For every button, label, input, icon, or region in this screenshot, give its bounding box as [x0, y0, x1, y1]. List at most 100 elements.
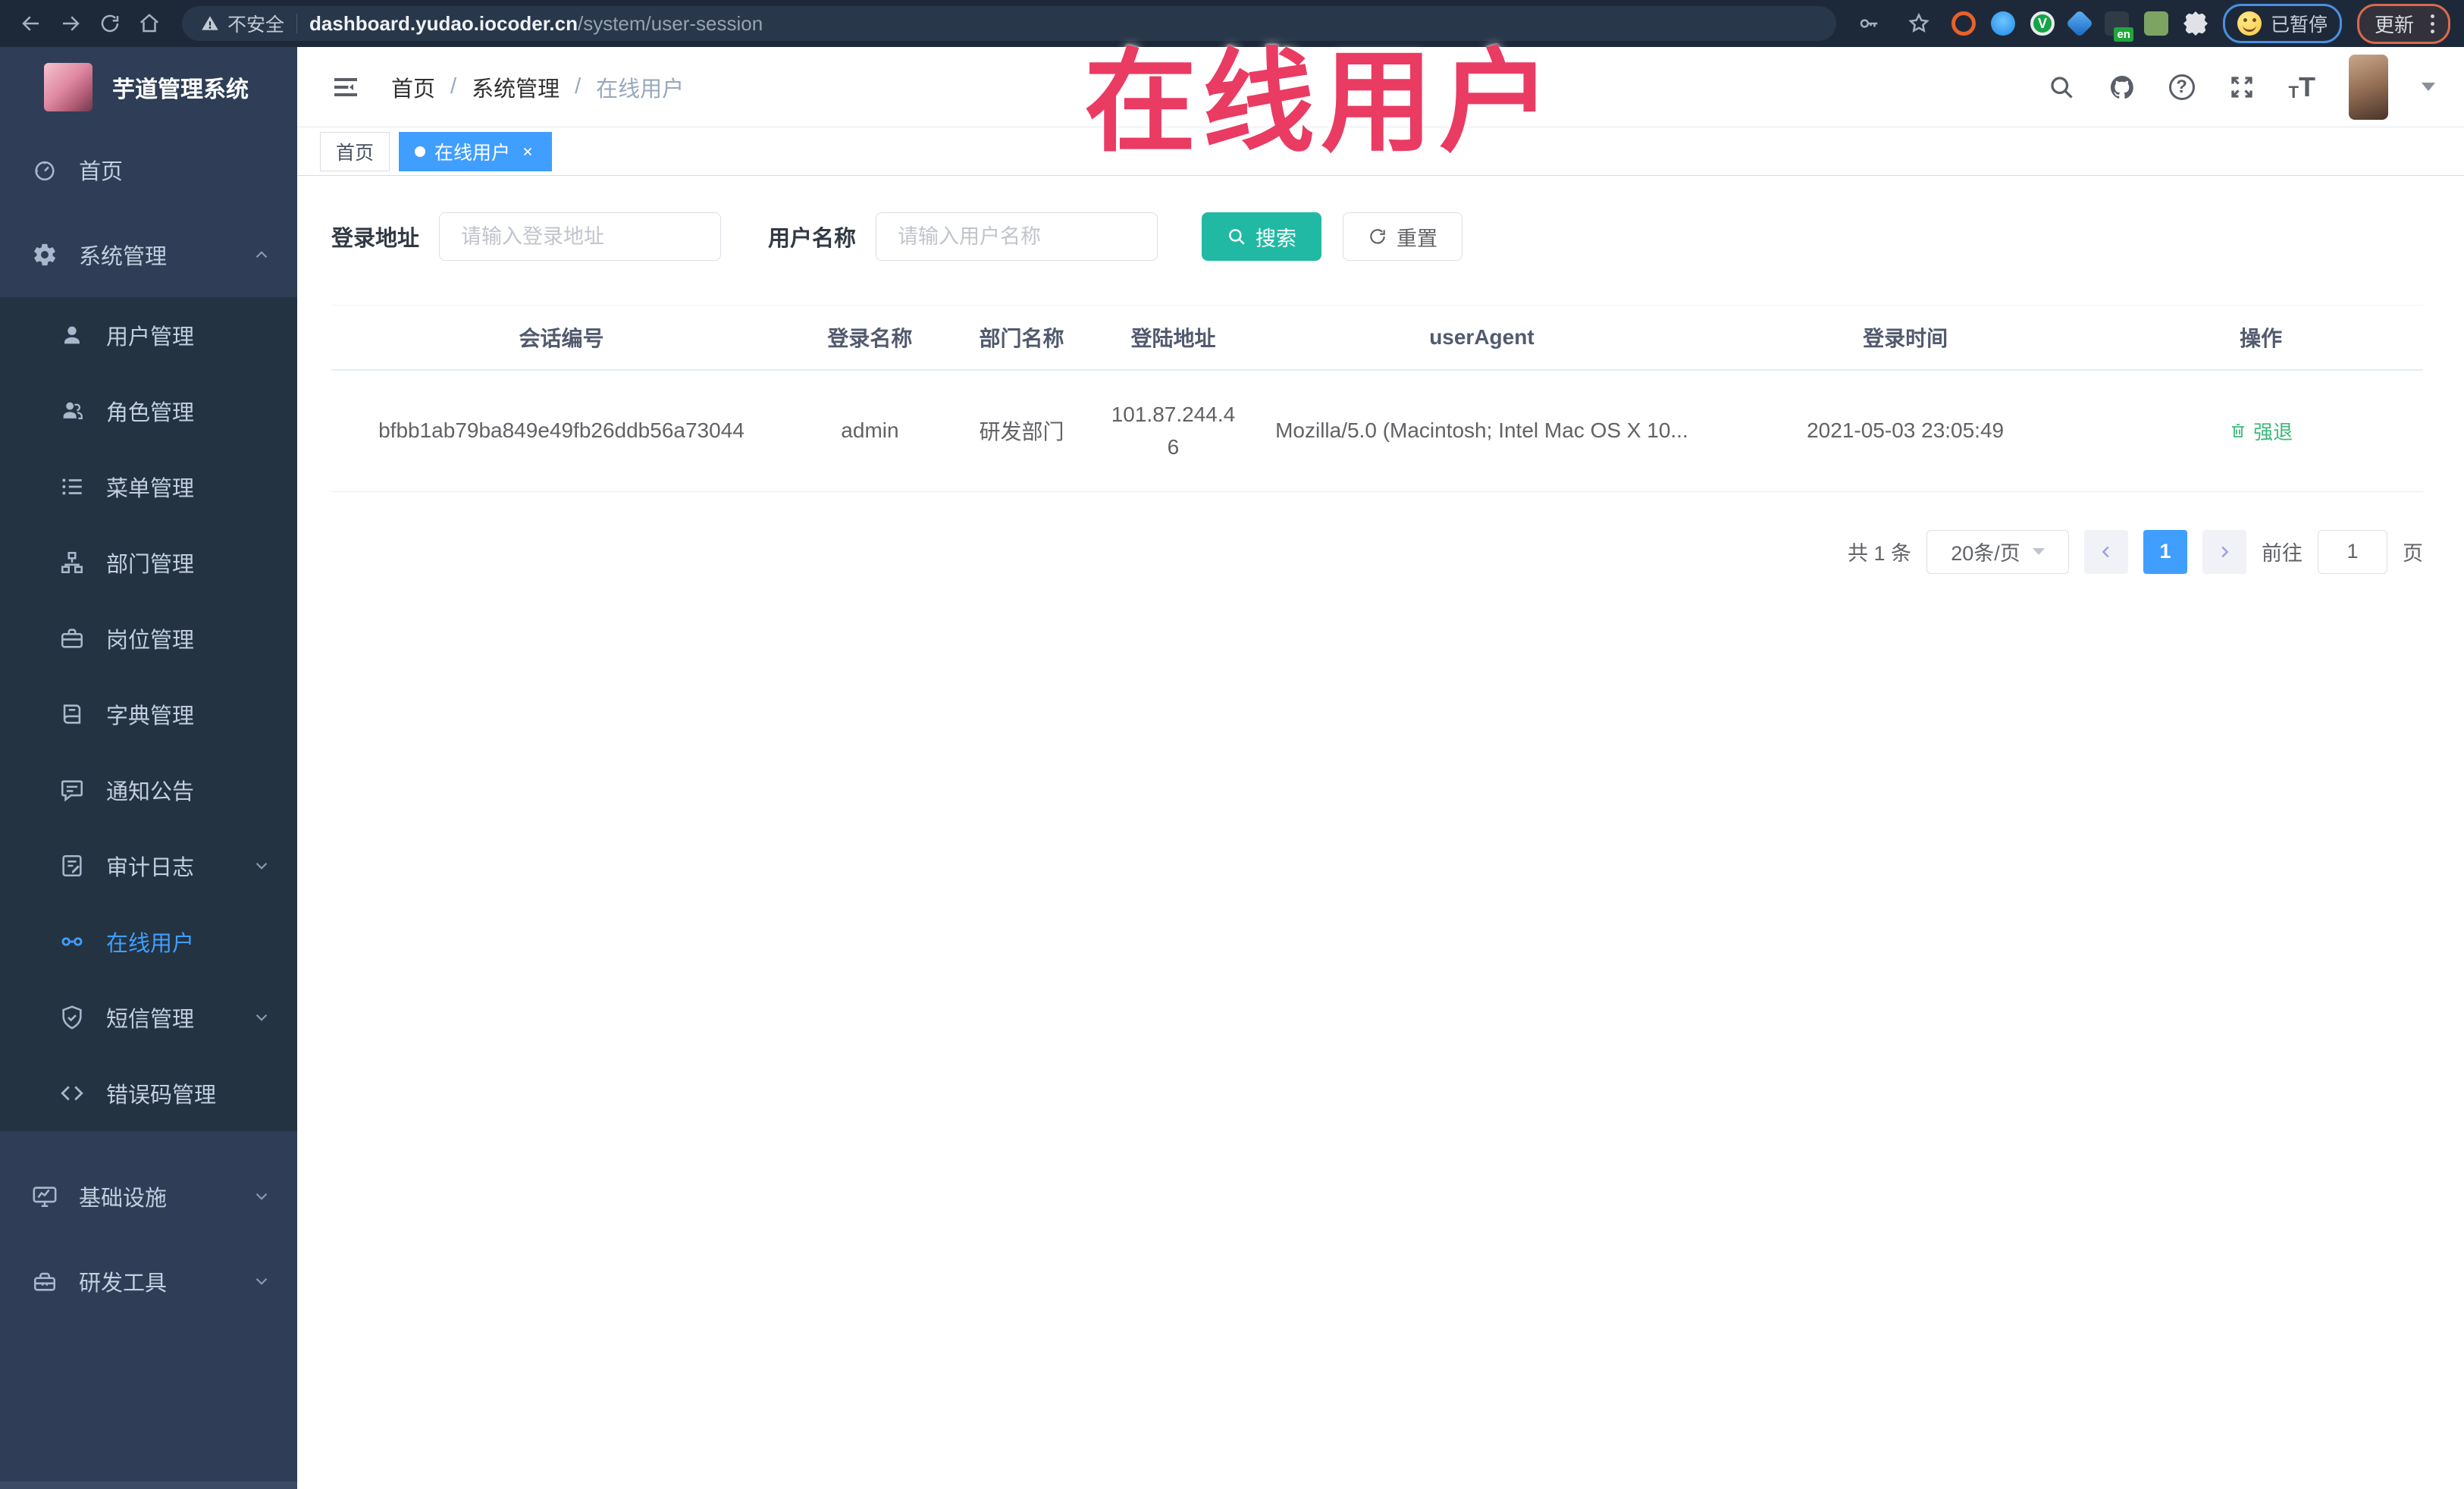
key-icon[interactable] — [1851, 6, 1886, 41]
breadcrumb-home[interactable]: 首页 — [391, 71, 435, 103]
main-area: 首页 / 系统管理 / 在线用户 ? T T 首页 在线用户 登录地址 请输入登… — [297, 47, 2464, 1489]
sidebar-item-dept-mgmt[interactable]: 部门管理 — [0, 525, 297, 600]
org-tree-icon — [59, 550, 85, 575]
goto-page-input[interactable] — [2318, 529, 2387, 574]
avatar[interactable] — [2349, 54, 2388, 120]
home-icon[interactable] — [132, 6, 167, 41]
sidebar-item-label: 审计日志 — [106, 856, 195, 880]
page-unit-label: 页 — [2403, 542, 2423, 566]
sidebar-item-label: 在线用户 — [106, 932, 195, 956]
force-logout-button[interactable]: 强退 — [2229, 417, 2293, 445]
sidebar-item-online-users[interactable]: 在线用户 — [0, 904, 297, 980]
sidebar-item-user-mgmt[interactable]: 用户管理 — [0, 297, 297, 373]
tab-label: 在线用户 — [434, 142, 511, 164]
en-badge: en — [2114, 27, 2133, 42]
app-frame: 芋道管理系统 首页 系统管理 用户管理 角色管理 菜单管理 部门管理 岗位管理 … — [0, 47, 2464, 1489]
logo-avatar — [44, 63, 92, 111]
help-icon[interactable]: ? — [2168, 74, 2195, 100]
login-address-label: 登录地址 — [331, 227, 420, 251]
security-badge[interactable]: 不安全 — [200, 10, 284, 37]
sidebar-item-label: 字典管理 — [106, 704, 195, 729]
paused-label: 已暂停 — [2270, 14, 2328, 36]
sidebar-item-post-mgmt[interactable]: 岗位管理 — [0, 600, 297, 676]
refresh-icon — [1370, 229, 1385, 244]
sidebar-item-label: 错误码管理 — [106, 1083, 217, 1108]
sidebar-item-label: 首页 — [79, 160, 124, 184]
login-address-input[interactable] — [439, 212, 722, 261]
sidebar-logo[interactable]: 芋道管理系统 — [0, 47, 297, 127]
security-label: 不安全 — [227, 14, 285, 36]
tab-online-users[interactable]: 在线用户 — [399, 131, 553, 171]
search-icon — [1229, 229, 1245, 245]
sidebar-item-label: 系统管理 — [79, 245, 168, 269]
extension-icon-green-v[interactable]: V — [2030, 11, 2055, 36]
tab-label: 首页 — [336, 142, 375, 164]
sidebar-item-label: 角色管理 — [106, 401, 195, 425]
chevron-down-icon — [252, 856, 271, 876]
extensions-puzzle-icon[interactable] — [2183, 11, 2208, 36]
sidebar-item-sms-mgmt[interactable]: 短信管理 — [0, 980, 297, 1055]
sidebar-item-dev-tools[interactable]: 研发工具 — [0, 1239, 297, 1324]
reset-button[interactable]: 重置 — [1343, 212, 1463, 261]
app-header: 首页 / 系统管理 / 在线用户 ? T T — [297, 47, 2464, 127]
sidebar-item-home[interactable]: 首页 — [0, 127, 297, 212]
app-title: 芋道管理系统 — [112, 77, 249, 102]
breadcrumb-separator: / — [575, 74, 582, 99]
col-login-address: 登陆地址 — [1095, 305, 1252, 371]
close-icon[interactable] — [519, 143, 536, 160]
search-icon[interactable] — [2048, 74, 2075, 101]
caret-down-icon[interactable] — [2422, 83, 2435, 91]
user-name-label: 用户名称 — [768, 227, 857, 251]
extension-icon-translate[interactable]: en — [2104, 11, 2133, 42]
sidebar-item-label: 研发工具 — [79, 1271, 168, 1296]
sidebar: 芋道管理系统 首页 系统管理 用户管理 角色管理 菜单管理 部门管理 岗位管理 … — [0, 47, 297, 1489]
extension-icon-blue-drop[interactable] — [1990, 11, 2015, 36]
update-label: 更新 — [2374, 13, 2414, 36]
sidebar-item-dict-mgmt[interactable]: 字典管理 — [0, 676, 297, 752]
extension-icon-green-key[interactable] — [2143, 11, 2168, 36]
sidebar-item-notice[interactable]: 通知公告 — [0, 752, 297, 828]
fullscreen-icon[interactable] — [2228, 74, 2256, 101]
github-icon[interactable] — [2108, 74, 2136, 101]
cell-session-id: bfbb1ab79ba849e49fb26ddb56a73044 — [331, 370, 792, 492]
gear-icon — [32, 242, 58, 268]
profile-paused-badge[interactable]: 已暂停 — [2222, 4, 2342, 43]
browser-menu-icon[interactable] — [2426, 13, 2439, 35]
hamburger-icon[interactable] — [331, 72, 361, 102]
tab-home[interactable]: 首页 — [320, 131, 390, 171]
sidebar-item-label: 通知公告 — [106, 780, 195, 804]
sidebar-item-system[interactable]: 系统管理 — [0, 212, 297, 297]
font-size-icon[interactable]: TT — [2289, 73, 2315, 101]
next-page-button[interactable] — [2202, 529, 2246, 574]
extension-icon-orange[interactable] — [1951, 11, 1976, 36]
col-actions: 操作 — [2099, 305, 2423, 371]
cell-login-name: admin — [791, 370, 948, 492]
sidebar-item-role-mgmt[interactable]: 角色管理 — [0, 373, 297, 449]
bookmark-star-icon[interactable] — [1901, 6, 1936, 41]
breadcrumb-current: 在线用户 — [596, 77, 685, 102]
extension-icon-gem[interactable] — [2065, 9, 2094, 38]
divider — [296, 14, 298, 33]
cell-login-time: 2021-05-03 23:05:49 — [1711, 370, 2099, 492]
back-icon[interactable] — [14, 6, 49, 41]
reload-icon[interactable] — [92, 6, 127, 41]
sidebar-item-error-code[interactable]: 错误码管理 — [0, 1055, 297, 1131]
col-login-name: 登录名称 — [791, 305, 948, 371]
chrome-update-button[interactable]: 更新 — [2356, 3, 2450, 44]
col-session-id: 会话编号 — [331, 305, 792, 371]
user-name-input[interactable] — [876, 212, 1158, 261]
page-content: 登录地址 用户名称 搜索 重置 — [297, 176, 2464, 1489]
search-button[interactable]: 搜索 — [1202, 212, 1322, 261]
sidebar-item-infra[interactable]: 基础设施 — [0, 1154, 297, 1239]
forward-icon[interactable] — [53, 6, 88, 41]
breadcrumb-system[interactable]: 系统管理 — [472, 71, 560, 103]
sidebar-item-menu-mgmt[interactable]: 菜单管理 — [0, 449, 297, 525]
sidebar-item-label: 部门管理 — [106, 553, 195, 577]
user-icon — [59, 322, 85, 348]
sidebar-item-audit-log[interactable]: 审计日志 — [0, 828, 297, 904]
page-size-select[interactable]: 20条/页 — [1926, 529, 2069, 574]
current-page-button[interactable]: 1 — [2143, 529, 2187, 574]
prev-page-button[interactable] — [2084, 529, 2128, 574]
dashboard-icon — [32, 157, 58, 183]
address-bar[interactable]: 不安全 dashboard.yudao.iocoder.cn/system/us… — [182, 6, 1836, 41]
